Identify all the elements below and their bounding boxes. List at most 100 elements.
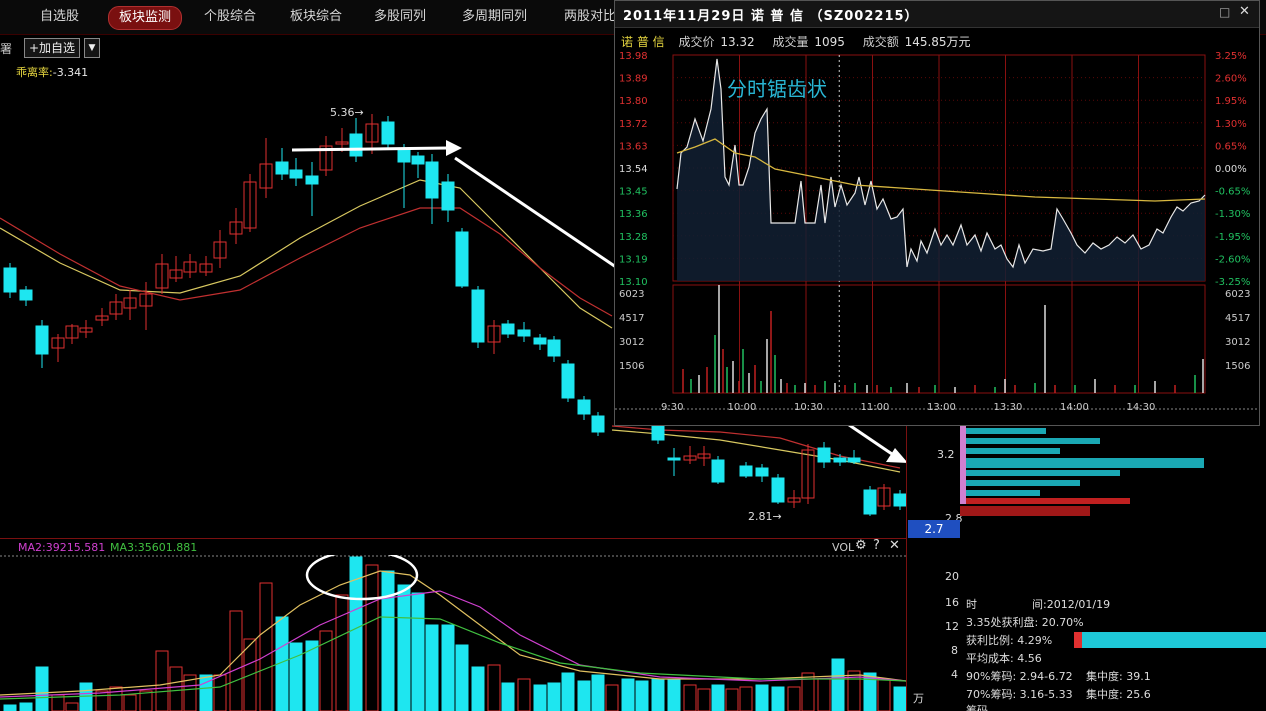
intraday-title-bar[interactable]: 2011年11月29日 诺 普 信 （SZ002215） □ ✕ <box>615 1 1259 28</box>
volume-chart[interactable] <box>0 555 906 711</box>
candle <box>243 174 257 232</box>
avg-cost: 平均成本: 4.56 <box>966 652 1042 665</box>
volume-bar <box>755 684 769 711</box>
intraday-vol-tick-right: 1506 <box>1225 361 1250 372</box>
close-icon[interactable]: ✕ <box>1239 4 1253 19</box>
intraday-window[interactable]: 2011年11月29日 诺 普 信 （SZ002215） □ ✕ 诺 普 信 成… <box>614 0 1260 426</box>
volume-bar <box>501 682 515 711</box>
volume-bar <box>335 594 349 711</box>
gear-icon[interactable]: ⚙ <box>855 538 867 553</box>
intraday-price-tick: 13.28 <box>619 232 648 243</box>
intraday-time-tick: 10:00 <box>728 402 757 413</box>
candle <box>305 162 319 216</box>
candle <box>561 360 575 402</box>
annotation-arrow-1 <box>291 146 449 152</box>
amount-label: 成交额 <box>862 35 899 49</box>
add-favorite-button[interactable]: +加自选 <box>24 38 81 58</box>
intraday-price-tick: 13.19 <box>619 254 648 265</box>
help-icon[interactable]: ? <box>873 538 880 553</box>
candle <box>667 448 681 476</box>
chip-distribution <box>960 424 1204 516</box>
candle <box>51 334 65 362</box>
volume-bar <box>831 658 845 711</box>
volume-bar <box>577 680 591 711</box>
price-tick: 3.2 <box>937 448 955 461</box>
candle <box>877 484 891 510</box>
candle <box>441 174 455 222</box>
intraday-pct-tick: 3.25% <box>1215 51 1247 62</box>
intraday-time-tick: 9:30 <box>661 402 683 413</box>
intraday-time-tick: 13:30 <box>994 402 1023 413</box>
volume-bar <box>651 678 665 711</box>
amount-value: 145.85万元 <box>904 35 971 49</box>
intraday-pct-tick: 1.30% <box>1215 119 1247 130</box>
chevron-down-icon[interactable]: ▼ <box>84 38 100 58</box>
candle <box>169 256 183 282</box>
volume-tick: 20 <box>945 570 959 583</box>
candle <box>533 334 547 350</box>
volume-bar <box>397 584 411 711</box>
candle <box>397 144 411 208</box>
volume-bar <box>19 702 33 711</box>
volume-value: 1095 <box>814 35 845 49</box>
intraday-pct-tick: 0.00% <box>1215 164 1247 175</box>
candle <box>697 446 711 466</box>
volume-bar <box>697 688 711 711</box>
intraday-time-tick: 11:00 <box>861 402 890 413</box>
volume-bar <box>425 624 439 711</box>
candle <box>65 324 79 344</box>
tab-stock-overview[interactable]: 个股综合 <box>194 6 266 28</box>
intraday-price-tick: 13.80 <box>619 96 648 107</box>
candle <box>3 263 17 298</box>
intraday-chart[interactable]: 13.98 13.89 13.80 13.72 13.63 13.54 13.45 13.36… <box>615 49 1259 425</box>
tab-sector-monitor[interactable]: 板块监测 <box>108 6 183 30</box>
volume-bar <box>533 684 547 711</box>
volume-label: VOL <box>832 541 855 554</box>
close-icon[interactable]: ✕ <box>889 538 900 553</box>
tab-multi-stock[interactable]: 多股同列 <box>364 6 436 28</box>
volume-bar <box>95 690 109 711</box>
volume-bar <box>517 678 531 711</box>
chip-more: 筹码... <box>966 704 999 711</box>
volume-bar <box>787 686 801 711</box>
volume-bar <box>35 666 49 711</box>
volume-tick: 8 <box>951 644 958 657</box>
maximize-icon[interactable]: □ <box>1219 5 1233 19</box>
volume-bar <box>561 672 575 711</box>
volume-bar <box>893 686 906 711</box>
volume-ma3: MA3:35601.881 <box>110 541 198 554</box>
toolbar-label: 署 <box>0 42 13 56</box>
candle <box>755 464 769 482</box>
volume-label: 成交量 <box>772 35 809 49</box>
intraday-vol-tick: 6023 <box>619 289 644 300</box>
volume-bar <box>739 686 753 711</box>
volume-bar <box>455 644 469 711</box>
volume-bar <box>123 694 137 711</box>
intraday-pct-tick: -3.25% <box>1215 277 1250 288</box>
volume-tick: 4 <box>951 668 958 681</box>
volume-bar <box>109 686 123 711</box>
candle <box>711 456 725 484</box>
intraday-time-tick: 14:00 <box>1060 402 1089 413</box>
volume-bar <box>683 684 697 711</box>
volume-bar <box>667 678 681 711</box>
volume-bar <box>877 678 891 711</box>
ma-line-red <box>0 207 613 317</box>
low-price-label: 2.81→ <box>748 510 782 523</box>
intraday-price-tick: 13.54 <box>619 164 648 175</box>
candle <box>35 320 49 368</box>
tab-multi-period[interactable]: 多周期同列 <box>452 6 537 28</box>
intraday-vol-tick-right: 4517 <box>1225 313 1250 324</box>
annotation-text: 分时锯齿状 <box>727 77 827 101</box>
tab-watchlist[interactable]: 自选股 <box>30 6 89 28</box>
volume-bar <box>169 666 183 711</box>
candle <box>817 442 831 468</box>
candle <box>139 282 153 330</box>
tab-sector-overview[interactable]: 板块综合 <box>280 6 352 28</box>
volume-bar <box>381 570 395 711</box>
intraday-info: 诺 普 信 成交价 13.32 成交量 1095 成交额 145.85万元 <box>621 33 985 50</box>
intraday-vol-tick-right: 6023 <box>1225 289 1250 300</box>
volume-bar <box>65 702 79 711</box>
volume-bar <box>3 704 17 711</box>
annotation-arrow-1-head <box>446 140 462 156</box>
